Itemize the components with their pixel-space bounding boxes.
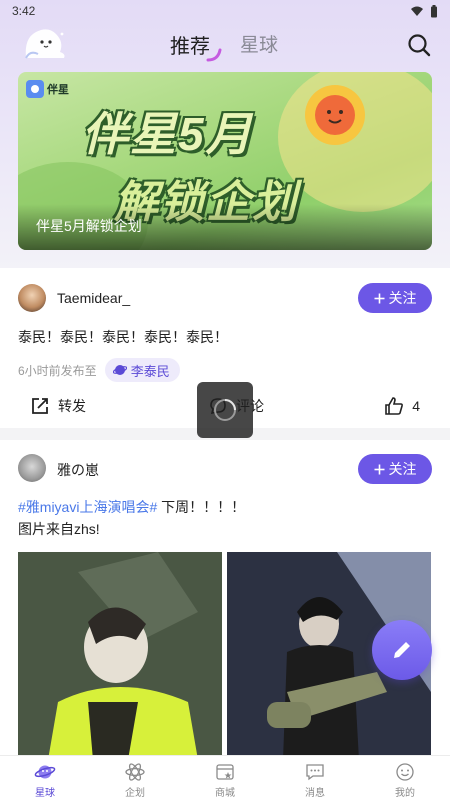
post-time: 6小时前发布至 xyxy=(18,363,97,378)
planet-tag-label: 李泰民 xyxy=(130,363,170,379)
follow-button[interactable]: 关注 xyxy=(358,283,432,313)
post-image[interactable] xyxy=(18,552,222,760)
nav-item-projects[interactable]: 企划 xyxy=(90,756,180,800)
nav-item-planet[interactable]: 星球 xyxy=(0,756,90,800)
share-label: 转发 xyxy=(58,398,86,414)
post-text: 泰民！泰民！泰民！泰民！泰民！ xyxy=(18,329,228,345)
follow-label: 关注 xyxy=(388,290,417,306)
pencil-icon xyxy=(394,642,410,658)
planet-icon xyxy=(112,365,127,375)
loading-spinner xyxy=(197,382,253,438)
post-text-content: 下周！！！！ xyxy=(157,499,246,515)
performer-photo xyxy=(18,552,222,760)
banner-logo: 伴星 xyxy=(26,80,69,98)
avatar[interactable] xyxy=(18,284,46,312)
app-logo-icon xyxy=(25,29,65,59)
wifi-icon xyxy=(411,6,423,16)
nav-label: 消息 xyxy=(305,788,325,799)
planet-icon xyxy=(34,765,56,779)
sun-flower-icon xyxy=(305,85,365,145)
plus-icon xyxy=(374,293,384,303)
plus-icon xyxy=(374,464,384,474)
planet-tag[interactable]: 李泰民 xyxy=(104,358,180,382)
smile-icon xyxy=(396,763,414,781)
hashtag-link[interactable]: #雅miyavi上海演唱会# xyxy=(18,499,157,515)
promo-banner[interactable]: 伴星 伴星5月 解锁企划 伴星5月解锁企划 xyxy=(18,72,432,250)
search-icon[interactable] xyxy=(406,32,432,58)
tab-active-indicator xyxy=(206,48,222,62)
message-icon xyxy=(306,764,324,781)
banner-caption: 伴星5月解锁企划 xyxy=(36,218,142,234)
status-time: 3:42 xyxy=(12,4,36,18)
post-username[interactable]: 雅の崽 xyxy=(57,460,99,480)
like-button[interactable]: 4 xyxy=(384,396,420,416)
nav-item-messages[interactable]: 消息 xyxy=(270,756,360,800)
nav-label: 我的 xyxy=(395,788,415,799)
post-text: #雅miyavi上海演唱会# 下周！！！！ 图片来自zhs! xyxy=(18,496,245,540)
feed-post[interactable]: 雅の崽 关注 #雅miyavi上海演唱会# 下周！！！！ 图片来自zhs! xyxy=(0,440,450,760)
share-button[interactable]: 转发 xyxy=(30,396,86,416)
follow-label: 关注 xyxy=(388,461,417,477)
battery-icon xyxy=(431,4,437,17)
compose-button[interactable] xyxy=(372,620,432,680)
post-text-line1: #雅miyavi上海演唱会# 下周！！！！ xyxy=(18,496,245,518)
post-text-line2: 图片来自zhs! xyxy=(18,521,100,537)
top-header: 推荐 星球 xyxy=(0,22,450,68)
nav-item-store[interactable]: 商城 xyxy=(180,756,270,800)
post-username[interactable]: Taemidear_ xyxy=(57,290,130,306)
share-icon xyxy=(32,398,48,414)
like-count: 4 xyxy=(412,398,420,414)
status-icons xyxy=(410,4,438,18)
tab-planet[interactable]: 星球 xyxy=(240,30,278,57)
banner-title-line1: 伴星5月 xyxy=(82,108,254,160)
store-icon xyxy=(216,764,234,780)
nav-label: 星球 xyxy=(35,788,55,799)
status-bar: 3:42 xyxy=(0,0,450,22)
avatar[interactable] xyxy=(18,454,46,482)
post-meta: 6小时前发布至 李泰民 xyxy=(18,358,180,382)
atom-icon xyxy=(125,763,145,781)
spinner-icon xyxy=(214,399,236,421)
banner-logo-icon xyxy=(26,80,44,98)
nav-label: 商城 xyxy=(215,788,235,799)
nav-label: 企划 xyxy=(125,788,145,799)
thumbs-up-icon xyxy=(385,397,404,415)
follow-button[interactable]: 关注 xyxy=(358,454,432,484)
nav-item-me[interactable]: 我的 xyxy=(360,756,450,800)
banner-logo-text: 伴星 xyxy=(47,84,69,96)
bottom-navigation: 星球 企划 商城 消息 我的 xyxy=(0,755,450,800)
